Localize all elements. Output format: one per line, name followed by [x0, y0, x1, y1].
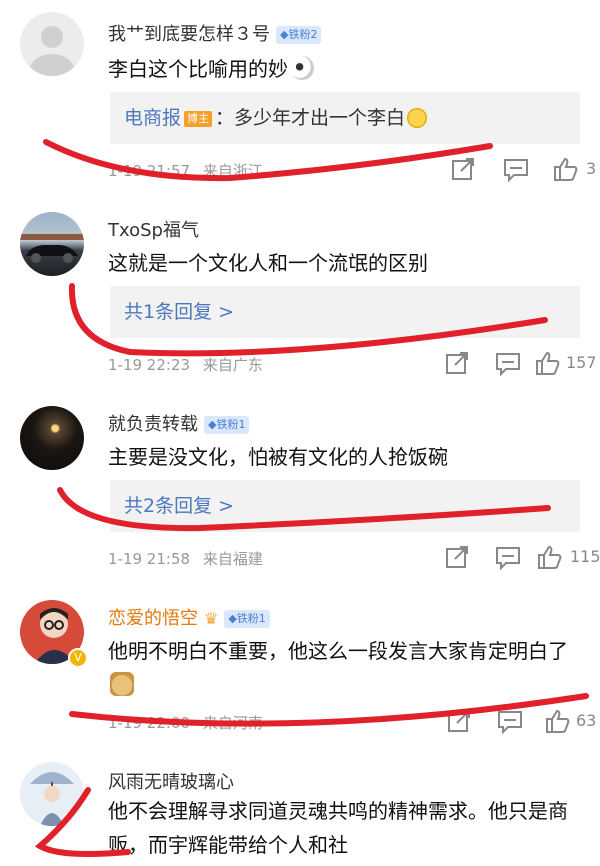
username[interactable]: 就负责转载 ◆铁粉1 [108, 410, 250, 436]
comment-icon [504, 159, 528, 182]
like-icon [536, 351, 560, 375]
like-icon [546, 709, 570, 733]
reply-box[interactable]: 共2条回复 > [110, 480, 580, 532]
avatar[interactable] [20, 406, 84, 470]
meta: 1-19 22:23 来自广东 [108, 354, 263, 375]
actions: 63 [410, 708, 600, 738]
like-button[interactable] [534, 350, 560, 376]
username[interactable]: 风雨无晴玻璃心 [108, 768, 234, 794]
username[interactable]: 恋爱的悟空 ♛ ◆铁粉1 [108, 604, 270, 630]
like-count: 157 [566, 353, 597, 372]
fan-badge: ◆铁粉1 [204, 416, 250, 434]
like-button[interactable] [544, 708, 570, 734]
comment-button[interactable] [494, 350, 522, 376]
username[interactable]: TxoSp福气 [108, 216, 199, 242]
like-button[interactable] [552, 156, 578, 182]
comment-text: 主要是没文化，怕被有文化的人抢饭碗 [108, 445, 448, 469]
comment-button[interactable] [494, 544, 522, 570]
reply-box[interactable]: 共1条回复 > [110, 286, 580, 338]
avatar[interactable] [20, 762, 84, 826]
comment-icon [496, 547, 520, 570]
share-button[interactable] [446, 708, 472, 734]
share-icon [452, 158, 474, 180]
fan-badge: ◆铁粉2 [276, 26, 322, 44]
like-count: 115 [570, 547, 600, 566]
girl-umbrella-avatar-icon [30, 772, 74, 826]
reply-count-link[interactable]: 共2条回复 > [124, 495, 234, 517]
share-button[interactable] [444, 544, 470, 570]
meta: 1-19 21:58 来自福建 [108, 548, 263, 569]
comment-text: 李白这个比喻用的妙 [108, 52, 578, 86]
comment-icon [498, 711, 522, 734]
timestamp: 1-19 22:23 [108, 356, 191, 374]
verified-badge-icon: V [68, 648, 88, 668]
reply-box[interactable]: 电商报 博主 ：多少年才出一个李白 [110, 92, 580, 144]
meta: 1-19 21:57 来自浙江 [108, 160, 263, 181]
like-icon [554, 157, 578, 181]
username[interactable]: 我艹到底要怎样３号 ◆铁粉2 [108, 20, 322, 46]
location: 来自福建 [202, 550, 263, 568]
like-button[interactable] [536, 544, 562, 570]
comment-text: 这就是一个文化人和一个流氓的区别 [108, 251, 428, 275]
share-icon [448, 710, 470, 732]
glasses-emoji-icon [407, 108, 428, 128]
location: 来自浙江 [202, 162, 263, 180]
meta: 1-19 22:00 来自河南 [108, 712, 263, 733]
car-avatar-icon [20, 234, 84, 263]
comment-button[interactable] [496, 708, 524, 734]
panda-emoji-icon [290, 56, 314, 80]
share-icon [446, 546, 468, 568]
timestamp: 1-19 21:58 [108, 550, 191, 568]
location: 来自河南 [202, 714, 263, 732]
share-button[interactable] [444, 350, 470, 376]
reply-count-link[interactable]: 共1条回复 > [124, 301, 234, 323]
location: 来自广东 [202, 356, 263, 374]
actions: 115 [410, 544, 600, 574]
like-count: 3 [586, 159, 597, 178]
doge-emoji-icon [110, 672, 134, 696]
reply-author[interactable]: 电商报 [124, 107, 181, 129]
comment-text: 他不会理解寻求同道灵魂共鸣的精神需求。他只是商贩，而宇辉能带给个人和社 [108, 799, 568, 857]
share-icon [446, 352, 468, 374]
share-button[interactable] [450, 156, 476, 182]
timestamp: 1-19 21:57 [108, 162, 191, 180]
timestamp: 1-19 22:00 [108, 714, 191, 732]
like-count: 63 [576, 711, 597, 730]
actions: 157 [410, 350, 600, 380]
crown-icon: ♛ [204, 609, 219, 628]
avatar[interactable] [20, 12, 84, 76]
avatar[interactable] [20, 212, 84, 276]
comment-text: 他明不明白不重要，他这么一段发言大家肯定明白了 [108, 634, 578, 702]
fan-badge: ◆铁粉1 [224, 610, 270, 628]
reply-text: ：多少年才出一个李白 [215, 107, 406, 129]
author-tag: 博主 [184, 110, 213, 127]
comment-button[interactable] [502, 156, 530, 182]
like-icon [538, 545, 562, 569]
default-avatar-icon [30, 26, 74, 76]
comment-icon [496, 353, 520, 376]
actions: 3 [410, 156, 600, 186]
